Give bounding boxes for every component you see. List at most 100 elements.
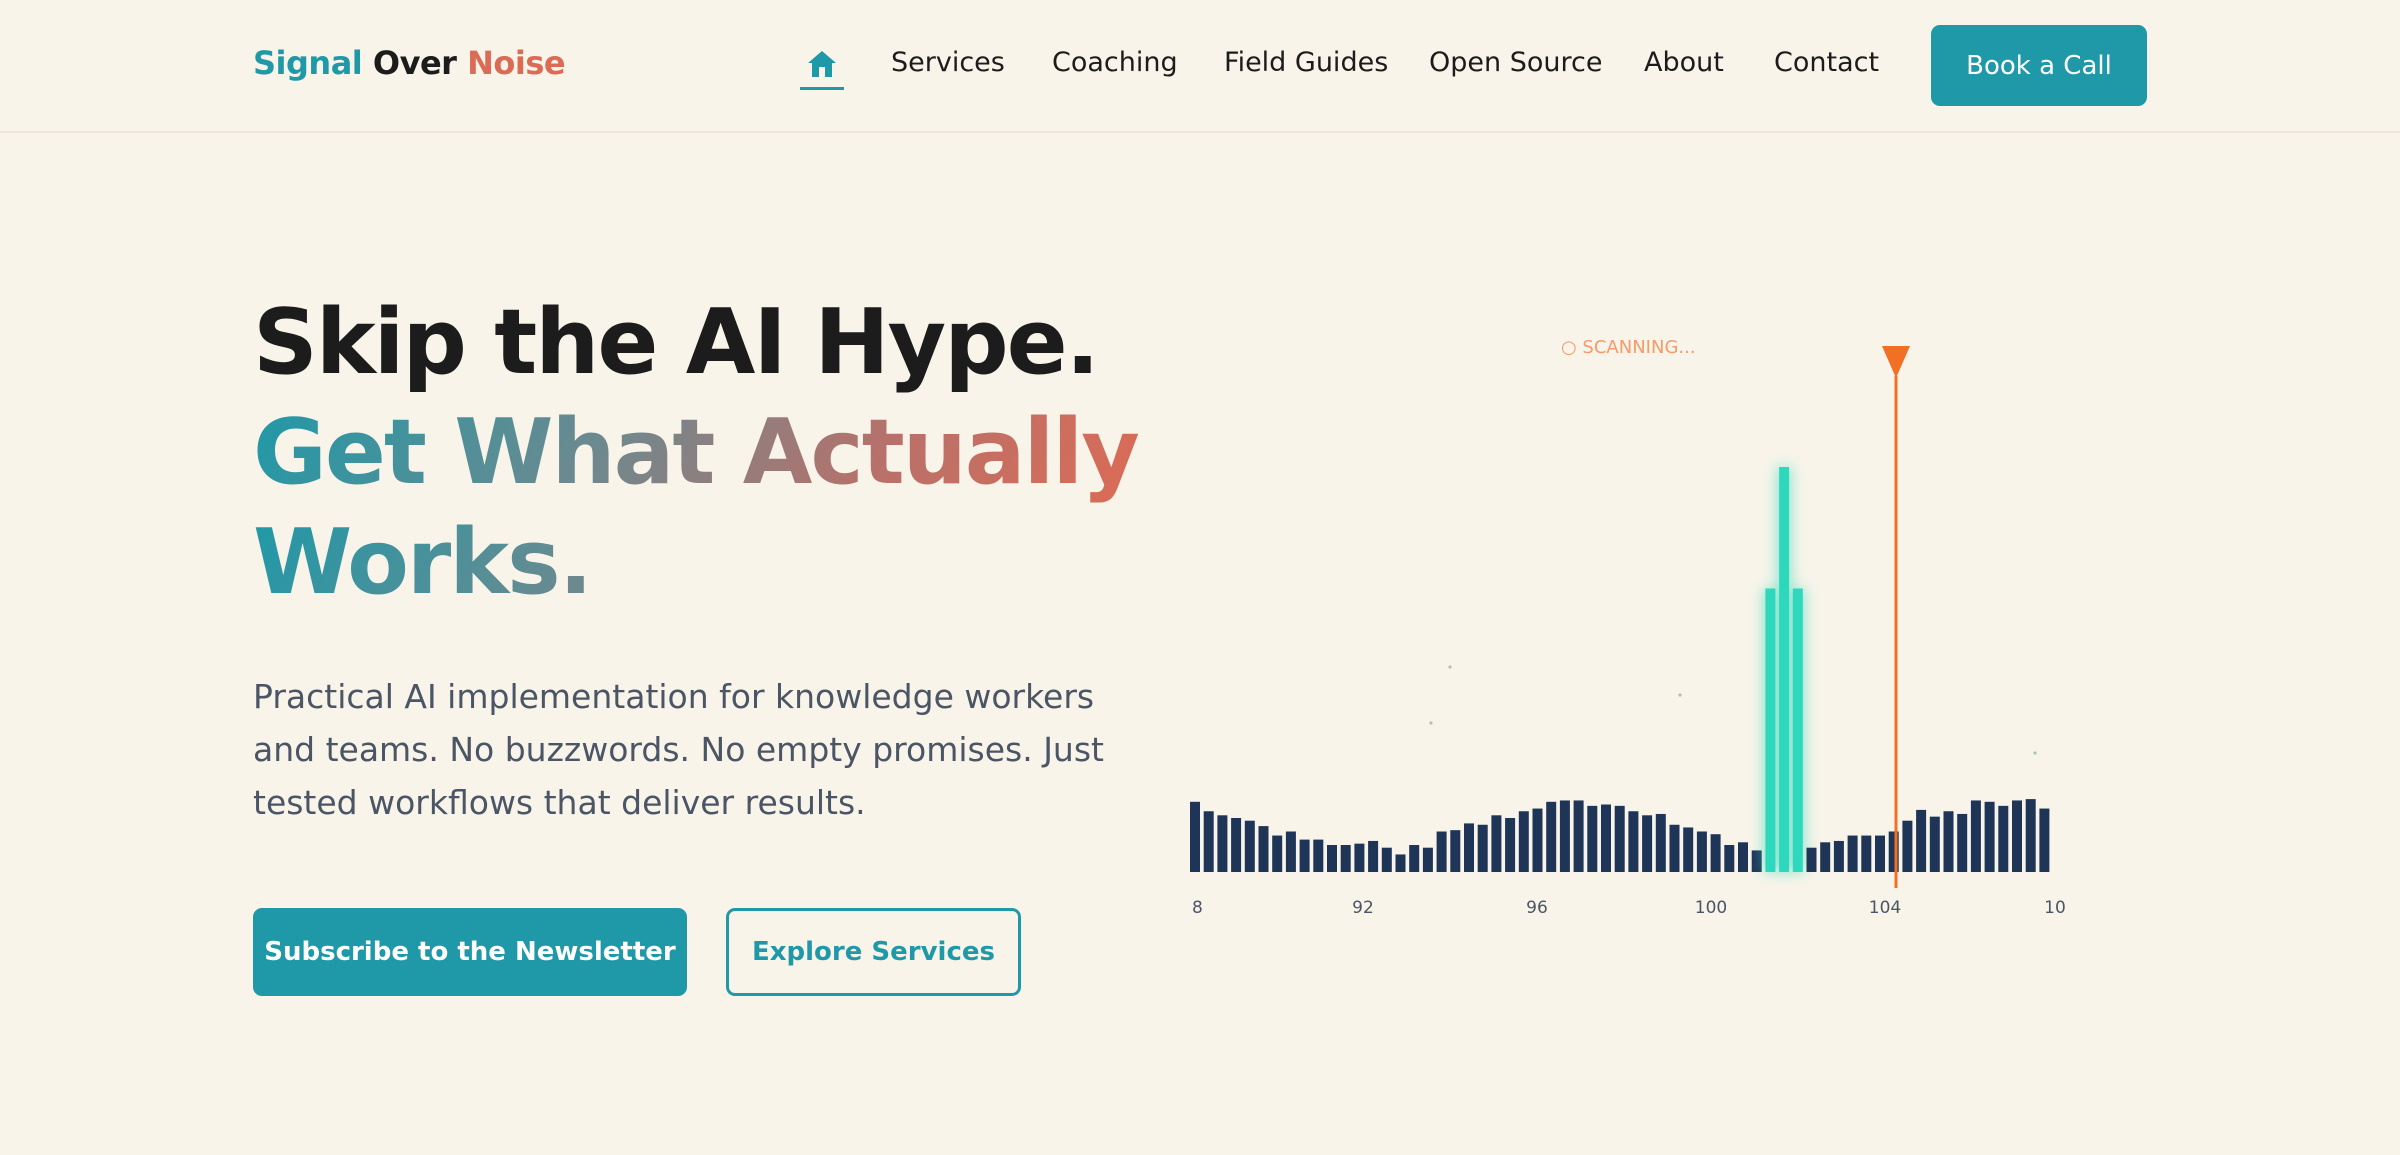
noise-bar bbox=[1258, 826, 1269, 872]
noise-dot bbox=[2033, 751, 2037, 755]
noise-bar bbox=[1614, 805, 1625, 872]
axis-tick-label: 100 bbox=[1695, 898, 1727, 918]
noise-bar bbox=[1929, 816, 1940, 872]
noise-bar bbox=[1573, 800, 1584, 872]
nav-item-open-source[interactable]: Open Source bbox=[1429, 47, 1602, 78]
axis-tick-label: 8 bbox=[1192, 898, 1203, 918]
noise-bar bbox=[1436, 831, 1447, 872]
noise-bar bbox=[1340, 845, 1351, 872]
noise-bar bbox=[1505, 818, 1516, 872]
home-icon bbox=[808, 51, 836, 77]
noise-bar bbox=[2039, 808, 2050, 872]
noise-bar bbox=[1833, 840, 1844, 872]
signal-scanner-visual: 8 92 96 100 104 10 ○ SCANNING... bbox=[1180, 320, 2080, 940]
noise-bar bbox=[1710, 834, 1721, 872]
hero-title-line-3: Works. bbox=[253, 508, 1138, 618]
noise-bar bbox=[1313, 839, 1324, 872]
noise-dot bbox=[1429, 721, 1433, 725]
noise-bar bbox=[1190, 801, 1200, 872]
noise-bar bbox=[1231, 818, 1242, 872]
noise-bar bbox=[1861, 835, 1872, 872]
noise-bar bbox=[1875, 835, 1885, 872]
noise-dots bbox=[1429, 665, 2037, 755]
axis-tick-label: 104 bbox=[1869, 898, 1901, 918]
noise-bar bbox=[1820, 842, 1831, 872]
axis-tick-label: 92 bbox=[1352, 898, 1374, 918]
nav-item-contact[interactable]: Contact bbox=[1774, 47, 1879, 78]
axis-tick-labels: 8 92 96 100 104 10 bbox=[1192, 898, 2066, 918]
noise-bar bbox=[1724, 845, 1735, 872]
noise-bar bbox=[1669, 824, 1680, 872]
hero-subtitle: Practical AI implementation for knowledg… bbox=[253, 677, 1104, 822]
noise-bar bbox=[1984, 801, 1995, 872]
book-a-call-button[interactable]: Book a Call bbox=[1931, 25, 2147, 106]
subscribe-newsletter-button[interactable]: Subscribe to the Newsletter bbox=[253, 908, 687, 996]
noise-bar bbox=[1477, 824, 1488, 872]
signal-scanner-graphic: 8 92 96 100 104 10 ○ SCANNING... bbox=[1190, 337, 2066, 918]
noise-bar bbox=[1354, 843, 1365, 872]
noise-bar bbox=[1696, 831, 1707, 872]
nav-item-field-guides[interactable]: Field Guides bbox=[1224, 47, 1388, 78]
noise-bar bbox=[1847, 835, 1858, 872]
nav-home-link[interactable] bbox=[800, 48, 844, 90]
noise-bar bbox=[1916, 809, 1927, 872]
nav-item-about[interactable]: About bbox=[1644, 47, 1724, 78]
noise-dot bbox=[1448, 665, 1452, 669]
noise-bar bbox=[1285, 831, 1296, 872]
hero-title-line-2: Get What Actually bbox=[253, 398, 1140, 508]
noise-bar bbox=[1368, 840, 1379, 872]
noise-bar bbox=[1683, 827, 1694, 872]
noise-bar bbox=[2012, 800, 2022, 872]
noise-bar bbox=[1601, 804, 1611, 872]
signal-bars bbox=[1190, 467, 2050, 872]
scan-marker bbox=[1882, 346, 1910, 888]
noise-bar bbox=[1381, 847, 1392, 872]
noise-bar bbox=[1491, 815, 1502, 872]
signal-peak-bar bbox=[1792, 588, 1803, 872]
noise-bar bbox=[1299, 839, 1310, 872]
noise-bar bbox=[2025, 799, 2036, 872]
noise-bar bbox=[1272, 835, 1283, 872]
noise-dot bbox=[1678, 693, 1682, 697]
noise-bar bbox=[1655, 813, 1666, 872]
hero-title: Skip the AI Hype. Get What Actually Work… bbox=[253, 288, 1140, 618]
noise-bar bbox=[1559, 800, 1570, 872]
noise-bar bbox=[1450, 830, 1461, 872]
noise-bar bbox=[1902, 820, 1913, 872]
noise-bar bbox=[1518, 811, 1529, 872]
noise-bar bbox=[1587, 805, 1598, 872]
brand-word-signal: Signal bbox=[253, 44, 363, 82]
hero-title-line-1: Skip the AI Hype. bbox=[253, 290, 1100, 395]
noise-bar bbox=[1532, 808, 1543, 872]
noise-bar bbox=[1244, 820, 1255, 872]
nav-item-coaching[interactable]: Coaching bbox=[1052, 47, 1178, 78]
scan-marker-triangle-icon bbox=[1882, 346, 1910, 378]
noise-bar bbox=[1409, 845, 1420, 872]
noise-bar bbox=[1464, 823, 1474, 872]
axis-tick-label: 10 bbox=[2044, 898, 2066, 918]
noise-bar bbox=[1738, 842, 1748, 872]
explore-services-button[interactable]: Explore Services bbox=[726, 908, 1021, 996]
noise-bar bbox=[1327, 845, 1337, 872]
noise-bar bbox=[1395, 854, 1406, 872]
noise-bar bbox=[1957, 813, 1968, 872]
noise-bar bbox=[1203, 811, 1214, 872]
noise-bar bbox=[1642, 815, 1653, 872]
brand-word-over: Over bbox=[372, 44, 457, 82]
brand-word-noise: Noise bbox=[467, 44, 566, 82]
axis-tick-label: 96 bbox=[1526, 898, 1548, 918]
noise-bar bbox=[1943, 811, 1954, 872]
signal-peak-bar bbox=[1779, 467, 1790, 872]
noise-bar bbox=[1970, 800, 1981, 872]
scanning-status-label: ○ SCANNING... bbox=[1561, 337, 1696, 358]
noise-bar bbox=[1628, 811, 1639, 872]
top-navigation-bar: Signal Over Noise Services Coaching Fiel… bbox=[0, 0, 2400, 133]
signal-peak-bar bbox=[1765, 588, 1776, 872]
noise-bar bbox=[1751, 850, 1762, 872]
brand-logo[interactable]: Signal Over Noise bbox=[253, 44, 566, 82]
noise-bar bbox=[1422, 847, 1433, 872]
nav-item-services[interactable]: Services bbox=[891, 47, 1005, 78]
noise-bar bbox=[1998, 805, 2009, 872]
noise-bar bbox=[1217, 815, 1228, 872]
noise-bar bbox=[1546, 801, 1557, 872]
